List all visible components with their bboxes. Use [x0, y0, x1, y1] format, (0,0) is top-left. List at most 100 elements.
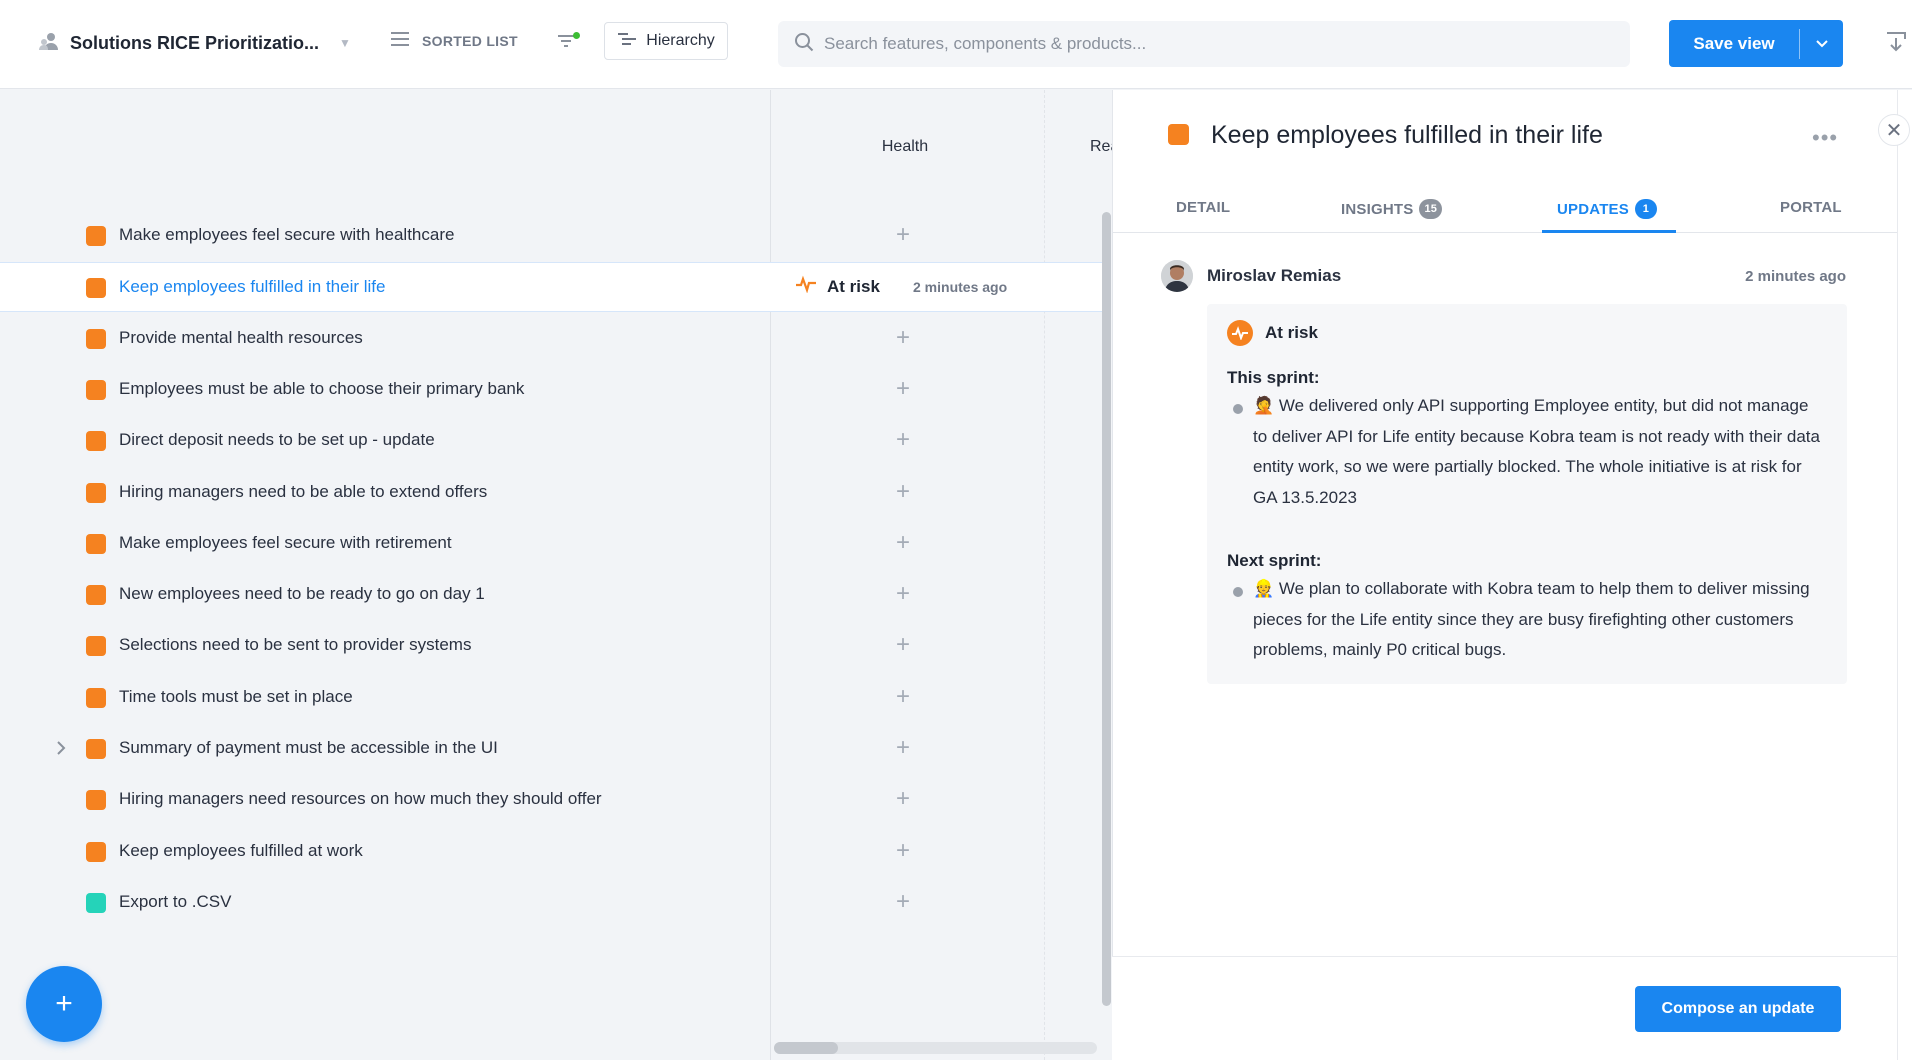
panel-edge [1897, 90, 1912, 1060]
health-status-label: At risk [827, 276, 880, 296]
add-health-icon[interactable]: + [896, 531, 910, 555]
chevron-right-icon[interactable] [56, 740, 66, 761]
feature-name[interactable]: Selections need to be sent to provider s… [119, 635, 471, 655]
add-health-icon[interactable]: + [896, 326, 910, 350]
vertical-scrollbar[interactable] [1102, 212, 1111, 1006]
feature-name[interactable]: Employees must be able to choose their p… [119, 379, 524, 399]
feature-name[interactable]: Hiring managers need resources on how mu… [119, 789, 602, 809]
table-row[interactable]: Time tools must be set in place + [0, 673, 1103, 723]
feature-name[interactable]: Make employees feel secure with healthca… [119, 225, 454, 245]
team-view-icon [38, 30, 60, 57]
filter-active-indicator [573, 32, 580, 39]
search-bar[interactable] [778, 21, 1630, 67]
export-icon[interactable] [1884, 30, 1908, 59]
panel-title[interactable]: Keep employees fulfilled in their life [1211, 121, 1603, 150]
table-row[interactable]: Make employees feel secure with healthca… [0, 211, 1103, 261]
search-icon [794, 32, 814, 57]
sorted-list-toggle[interactable]: SORTED LIST [390, 30, 518, 51]
table-row[interactable]: Provide mental health resources + [0, 314, 1103, 364]
feature-type-icon [86, 226, 106, 246]
add-health-icon[interactable]: + [896, 890, 910, 914]
table-row[interactable]: Make employees feel secure with retireme… [0, 519, 1103, 569]
feature-name[interactable]: Keep employees fulfilled at work [119, 841, 363, 861]
horizontal-scrollbar[interactable] [774, 1042, 838, 1054]
bullet-icon [1233, 404, 1243, 414]
health-cell[interactable]: At risk 2 minutes ago [795, 275, 1007, 298]
add-health-icon[interactable]: + [896, 223, 910, 247]
at-risk-icon [1227, 320, 1253, 346]
feature-type-icon [86, 278, 106, 298]
column-header-health[interactable]: Health [860, 138, 950, 156]
feature-type-icon [86, 431, 106, 451]
tab-insights[interactable]: INSIGHTS 15 [1341, 199, 1443, 219]
view-selector[interactable]: Solutions RICE Prioritizatio... ▼ [38, 28, 351, 58]
add-health-icon[interactable]: + [896, 839, 910, 863]
feature-type-icon [86, 688, 106, 708]
add-health-icon[interactable]: + [896, 582, 910, 606]
save-view-button[interactable]: Save view [1669, 20, 1843, 67]
table-row[interactable]: Hiring managers need to be able to exten… [0, 468, 1103, 518]
feature-type-icon [86, 329, 106, 349]
feature-name[interactable]: Summary of payment must be accessible in… [119, 738, 498, 758]
hierarchy-button[interactable]: Hierarchy [604, 22, 728, 60]
filter-icon [556, 35, 578, 56]
add-health-icon[interactable]: + [896, 480, 910, 504]
tab-label: INSIGHTS [1341, 200, 1414, 218]
compose-update-button[interactable]: Compose an update [1635, 986, 1841, 1032]
feature-type-icon [86, 380, 106, 400]
feature-name[interactable]: Hiring managers need to be able to exten… [119, 482, 487, 502]
tab-label: DETAIL [1176, 199, 1231, 216]
feature-name[interactable]: New employees need to be ready to go on … [119, 584, 485, 604]
next-sprint-text: 👷 We plan to collaborate with Kobra team… [1253, 574, 1827, 666]
table-row[interactable]: Summary of payment must be accessible in… [0, 724, 1103, 774]
tab-label: PORTAL [1780, 199, 1842, 216]
add-health-icon[interactable]: + [896, 377, 910, 401]
feature-name[interactable]: Provide mental health resources [119, 328, 363, 348]
feature-name[interactable]: Keep employees fulfilled in their life [119, 277, 385, 297]
table-row[interactable]: Export to .CSV + [0, 878, 1103, 928]
feature-name[interactable]: Export to .CSV [119, 892, 231, 912]
avatar[interactable] [1161, 260, 1193, 292]
save-view-dropdown[interactable] [1800, 39, 1843, 49]
sorted-list-label: SORTED LIST [422, 32, 518, 49]
feature-type-icon [86, 534, 106, 554]
add-health-icon[interactable]: + [896, 685, 910, 709]
next-sprint-heading: Next sprint: [1227, 551, 1322, 570]
tab-portal[interactable]: PORTAL [1780, 199, 1842, 216]
close-icon[interactable]: ✕ [1878, 114, 1910, 146]
view-title: Solutions RICE Prioritizatio... [70, 32, 320, 53]
feature-type-icon [86, 842, 106, 862]
table-row[interactable]: Employees must be able to choose their p… [0, 365, 1103, 415]
tab-label: UPDATES [1557, 200, 1629, 218]
feature-type-icon [86, 585, 106, 605]
update-author[interactable]: Miroslav Remias [1207, 266, 1341, 286]
feature-type-icon [86, 636, 106, 656]
feature-name[interactable]: Time tools must be set in place [119, 687, 353, 707]
active-tab-indicator [1542, 230, 1676, 233]
plus-icon: + [55, 987, 73, 1020]
this-sprint-heading: This sprint: [1227, 368, 1320, 387]
tab-detail[interactable]: DETAIL [1176, 199, 1230, 216]
feature-name[interactable]: Make employees feel secure with retireme… [119, 533, 452, 553]
chevron-down-icon[interactable]: ▼ [339, 36, 351, 50]
feature-status-icon [1168, 124, 1189, 145]
table-row[interactable]: Keep employees fulfilled in their life At… [0, 262, 1103, 312]
table-row[interactable]: Hiring managers need resources on how mu… [0, 775, 1103, 825]
add-button[interactable]: + [26, 966, 102, 1042]
next-sprint-body: We plan to collaborate with Kobra team t… [1253, 579, 1810, 659]
filter-button[interactable] [556, 30, 582, 56]
table-row[interactable]: New employees need to be ready to go on … [0, 570, 1103, 620]
update-timestamp: 2 minutes ago [1745, 268, 1846, 285]
add-health-icon[interactable]: + [896, 787, 910, 811]
feature-name[interactable]: Direct deposit needs to be set up - upda… [119, 430, 435, 450]
more-options-icon[interactable]: ••• [1812, 125, 1838, 151]
tab-updates[interactable]: UPDATES 1 [1557, 199, 1657, 219]
add-health-icon[interactable]: + [896, 428, 910, 452]
table-row[interactable]: Direct deposit needs to be set up - upda… [0, 416, 1103, 466]
add-health-icon[interactable]: + [896, 633, 910, 657]
add-health-icon[interactable]: + [896, 736, 910, 760]
search-input[interactable] [824, 34, 1604, 54]
table-row[interactable]: Selections need to be sent to provider s… [0, 621, 1103, 671]
insights-count-badge: 15 [1419, 199, 1443, 219]
table-row[interactable]: Keep employees fulfilled at work + [0, 827, 1103, 877]
